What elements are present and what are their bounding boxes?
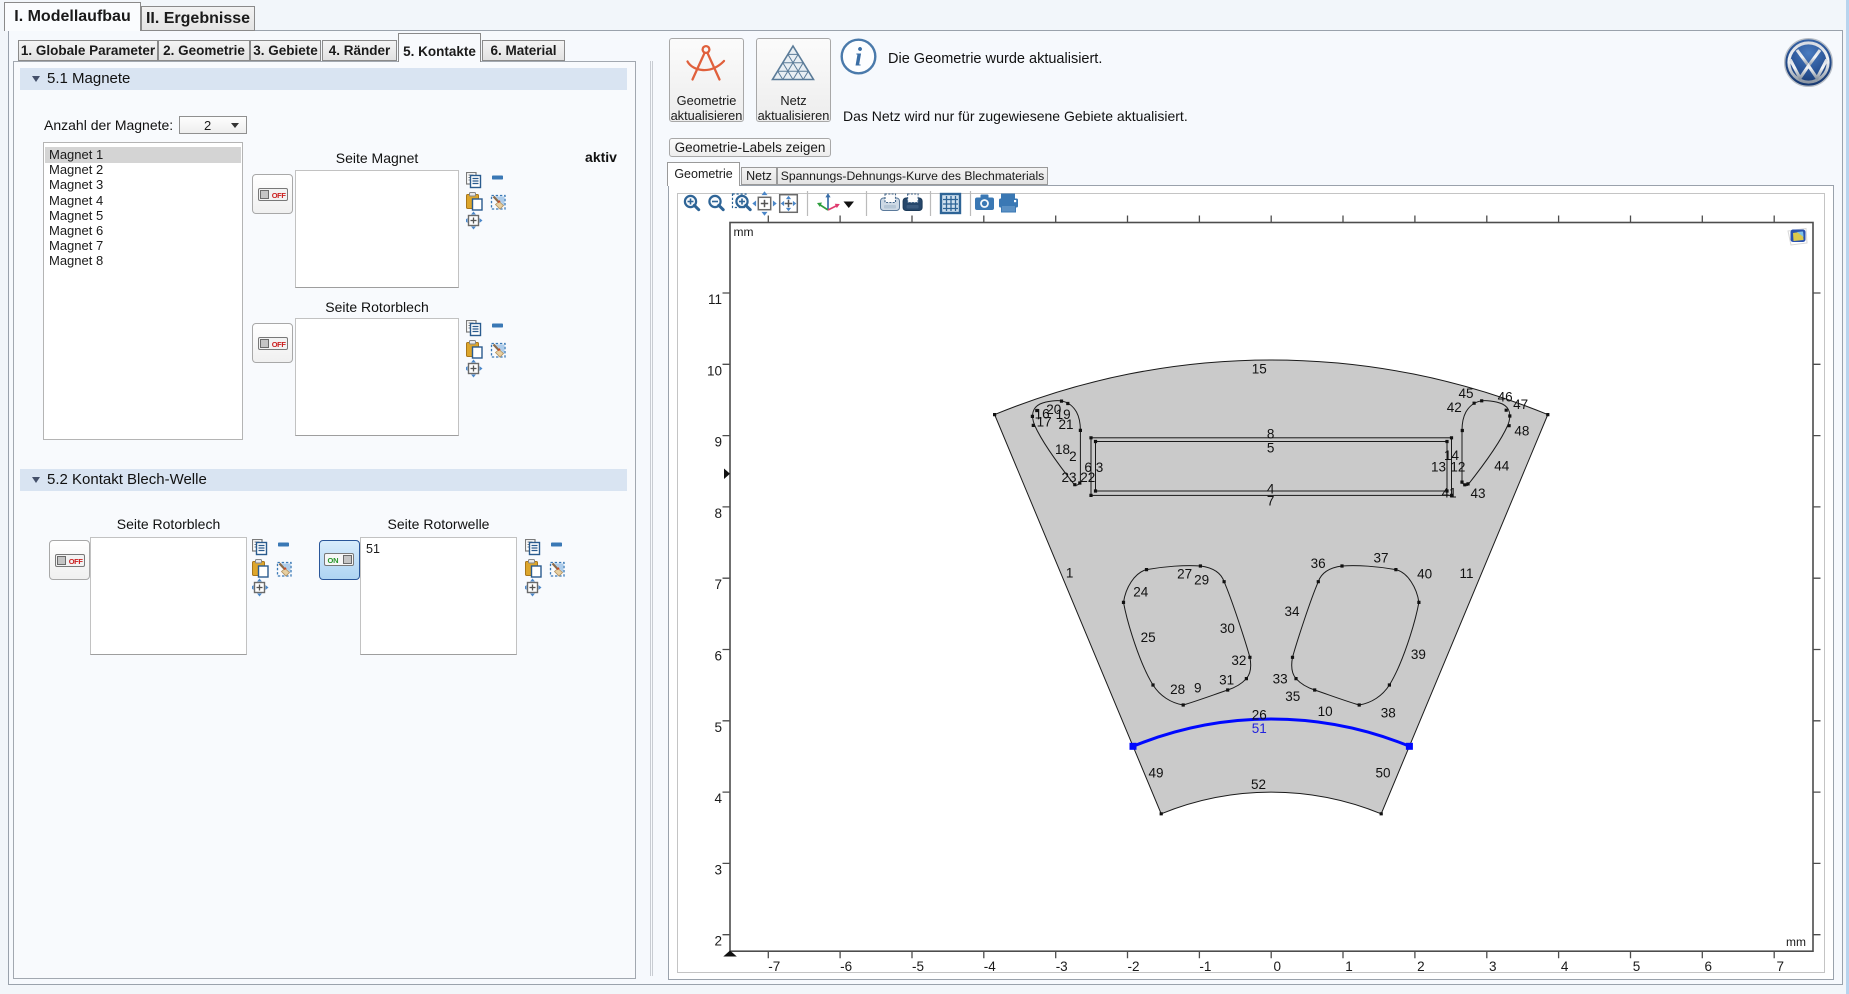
svg-text:-2: -2 bbox=[1127, 959, 1139, 973]
svg-text:12: 12 bbox=[1450, 460, 1465, 475]
svg-text:23: 23 bbox=[1061, 470, 1076, 485]
svg-text:0: 0 bbox=[1273, 959, 1281, 973]
svg-text:9: 9 bbox=[714, 435, 722, 450]
svg-text:9: 9 bbox=[1194, 681, 1202, 696]
svg-text:7: 7 bbox=[1267, 494, 1275, 509]
svg-text:1: 1 bbox=[1066, 565, 1074, 580]
svg-text:5: 5 bbox=[714, 720, 722, 735]
svg-text:8: 8 bbox=[714, 506, 722, 521]
svg-text:1: 1 bbox=[1345, 959, 1353, 973]
svg-text:7: 7 bbox=[714, 577, 722, 592]
svg-text:28: 28 bbox=[1170, 682, 1185, 697]
svg-text:25: 25 bbox=[1141, 630, 1156, 645]
svg-text:33: 33 bbox=[1273, 671, 1288, 686]
svg-text:50: 50 bbox=[1375, 765, 1390, 780]
svg-text:45: 45 bbox=[1458, 386, 1473, 401]
svg-text:2: 2 bbox=[1069, 449, 1077, 464]
svg-text:4: 4 bbox=[1561, 959, 1569, 973]
svg-text:36: 36 bbox=[1311, 556, 1326, 571]
svg-text:31: 31 bbox=[1219, 673, 1234, 688]
svg-text:3: 3 bbox=[1096, 460, 1104, 475]
svg-text:13: 13 bbox=[1431, 460, 1446, 475]
svg-text:52: 52 bbox=[1251, 777, 1266, 792]
svg-text:2: 2 bbox=[714, 934, 722, 949]
svg-text:-4: -4 bbox=[984, 959, 996, 973]
svg-text:17: 17 bbox=[1037, 414, 1052, 429]
svg-text:15: 15 bbox=[1252, 361, 1267, 376]
svg-text:44: 44 bbox=[1494, 458, 1510, 473]
svg-text:-1: -1 bbox=[1199, 959, 1211, 973]
svg-text:3: 3 bbox=[1489, 959, 1497, 973]
svg-text:6: 6 bbox=[714, 649, 722, 664]
svg-text:-3: -3 bbox=[1056, 959, 1068, 973]
svg-text:47: 47 bbox=[1513, 397, 1528, 412]
svg-text:mm: mm bbox=[734, 225, 754, 239]
svg-text:46: 46 bbox=[1498, 390, 1513, 405]
svg-text:40: 40 bbox=[1417, 567, 1432, 582]
svg-text:43: 43 bbox=[1470, 486, 1485, 501]
svg-text:3: 3 bbox=[714, 862, 722, 877]
svg-text:-6: -6 bbox=[840, 959, 852, 973]
svg-text:6: 6 bbox=[1705, 959, 1713, 973]
svg-text:18: 18 bbox=[1055, 442, 1070, 457]
svg-text:11: 11 bbox=[1459, 566, 1473, 581]
svg-text:-7: -7 bbox=[768, 959, 780, 973]
svg-text:5: 5 bbox=[1633, 959, 1641, 973]
svg-text:39: 39 bbox=[1411, 647, 1426, 662]
svg-text:2: 2 bbox=[1417, 959, 1425, 973]
svg-text:51: 51 bbox=[1252, 721, 1267, 736]
svg-text:34: 34 bbox=[1284, 604, 1300, 619]
svg-text:21: 21 bbox=[1058, 417, 1073, 432]
svg-text:24: 24 bbox=[1133, 585, 1149, 600]
svg-text:5: 5 bbox=[1267, 440, 1275, 455]
svg-text:30: 30 bbox=[1220, 621, 1235, 636]
svg-text:38: 38 bbox=[1381, 705, 1396, 720]
svg-text:48: 48 bbox=[1514, 423, 1529, 438]
svg-text:10: 10 bbox=[1318, 704, 1333, 719]
svg-text:27: 27 bbox=[1177, 567, 1192, 582]
svg-text:10: 10 bbox=[707, 363, 722, 378]
svg-text:mm: mm bbox=[1786, 935, 1806, 949]
svg-text:49: 49 bbox=[1148, 765, 1163, 780]
svg-text:41: 41 bbox=[1442, 485, 1457, 500]
svg-text:i: i bbox=[855, 43, 863, 72]
svg-text:11: 11 bbox=[708, 292, 722, 307]
svg-text:32: 32 bbox=[1231, 653, 1246, 668]
svg-text:6: 6 bbox=[1084, 460, 1092, 475]
svg-text:35: 35 bbox=[1285, 689, 1300, 704]
svg-text:4: 4 bbox=[714, 791, 722, 806]
svg-text:37: 37 bbox=[1373, 551, 1388, 566]
svg-text:-5: -5 bbox=[912, 959, 924, 973]
svg-text:29: 29 bbox=[1194, 573, 1209, 588]
svg-text:42: 42 bbox=[1447, 400, 1462, 415]
svg-text:7: 7 bbox=[1776, 959, 1784, 973]
